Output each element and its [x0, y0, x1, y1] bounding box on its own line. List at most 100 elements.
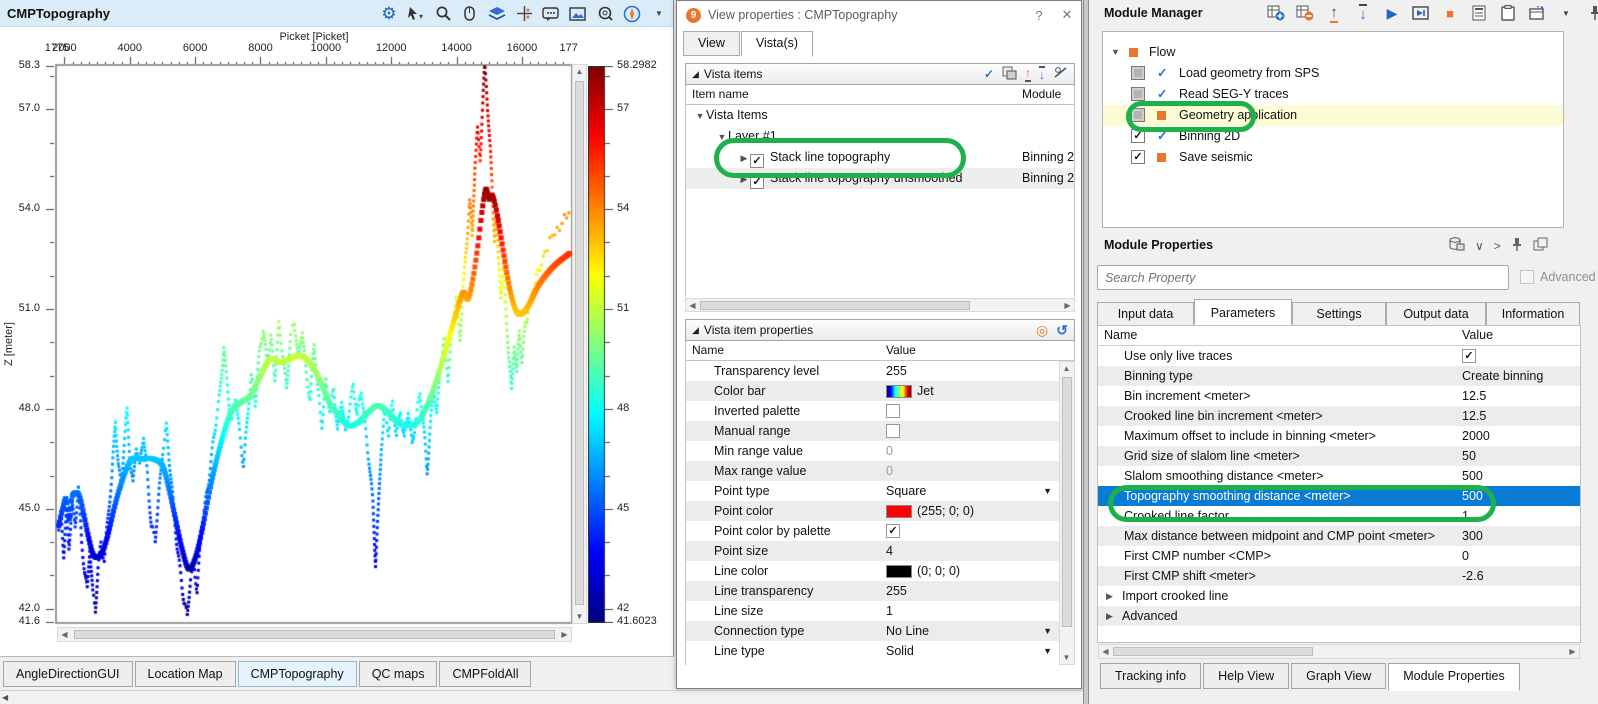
picker-crosshair-icon[interactable]	[514, 4, 534, 24]
scroll-thumb[interactable]	[700, 301, 970, 310]
parameter-row[interactable]: First CMP number <CMP>0	[1098, 546, 1580, 566]
parameters-tab-Output data[interactable]: Output data	[1386, 302, 1486, 327]
flow-row[interactable]: ✓✓Binning 2D	[1103, 126, 1563, 147]
expander-closed-icon[interactable]: ▶	[738, 148, 750, 169]
tree-row[interactable]: ▼Layer #1	[686, 126, 1074, 147]
expander-closed-icon[interactable]: ▶	[1106, 606, 1113, 626]
vista-items-header[interactable]: ◢ Vista items ✓ ↑ ↓	[685, 63, 1075, 85]
parameter-row[interactable]: Topography smoothing distance <meter>500	[1098, 486, 1580, 506]
panel-tab-Module Properties[interactable]: Module Properties	[1388, 663, 1519, 691]
magnify-region-icon[interactable]	[595, 4, 615, 24]
add-module-icon[interactable]	[1266, 3, 1286, 23]
scroll-down-icon[interactable]: ▼	[1060, 651, 1073, 664]
flow-row[interactable]: ▼Flow	[1103, 42, 1563, 63]
scroll-up-icon[interactable]: ▲	[573, 65, 586, 78]
search-property-input[interactable]	[1097, 265, 1509, 290]
palette-swatch[interactable]	[886, 385, 912, 398]
parameters-tab-Settings[interactable]: Settings	[1292, 302, 1386, 327]
module-enabled-checkbox[interactable]: ✓	[1131, 150, 1145, 164]
run-icon[interactable]: ▶	[1382, 3, 1402, 23]
property-row[interactable]: Inverted palette	[686, 401, 1074, 421]
dropdown-caret-icon[interactable]: ▼	[1043, 621, 1052, 641]
run-to-icon[interactable]	[1411, 3, 1431, 23]
color-swatch[interactable]	[886, 505, 912, 518]
props-vertical-scrollbar[interactable]: ▲ ▼	[1059, 361, 1075, 665]
scroll-left-icon[interactable]: ◀	[686, 299, 699, 312]
parameter-row[interactable]: Grid size of slalom line <meter>50	[1098, 446, 1580, 466]
parameters-tab-Input data[interactable]: Input data	[1097, 302, 1194, 327]
property-row[interactable]: Line size1	[686, 601, 1074, 621]
view-tab-Location Map[interactable]: Location Map	[135, 661, 236, 687]
report-icon[interactable]	[1469, 3, 1489, 23]
zoom-magnifier-icon[interactable]	[433, 4, 453, 24]
item-visibility-checkbox[interactable]: ✓	[750, 154, 764, 168]
property-row[interactable]: Point color(255; 0; 0)	[686, 501, 1074, 521]
move-up-icon[interactable]: ↑	[1025, 66, 1031, 82]
panel-tab-Help View[interactable]: Help View	[1203, 663, 1289, 689]
pointer-select-icon[interactable]: ▾	[406, 4, 426, 24]
flow-row[interactable]: ✓Save seismic	[1103, 147, 1563, 168]
property-checkbox[interactable]	[886, 404, 900, 418]
new-window-icon[interactable]	[1527, 3, 1547, 23]
settings-gear-icon[interactable]: ⚙	[379, 4, 399, 24]
expander-closed-icon[interactable]: ▶	[1106, 586, 1113, 606]
property-row[interactable]: Transparency level255	[686, 361, 1074, 381]
reset-undo-icon[interactable]: ↺	[1056, 322, 1068, 339]
panel-tab-Tracking info[interactable]: Tracking info	[1100, 663, 1201, 689]
view-tab-QC maps[interactable]: QC maps	[359, 661, 438, 687]
view-tab-CMPTopography[interactable]: CMPTopography	[238, 661, 357, 687]
compass-icon[interactable]	[622, 4, 642, 24]
dropdown-icon[interactable]: ▼	[1556, 3, 1576, 23]
vista-horizontal-scrollbar[interactable]: ◀ ▶	[685, 298, 1075, 312]
dialog-tab-View[interactable]: View	[683, 31, 740, 56]
collapse-icon[interactable]: ∨	[1475, 239, 1484, 253]
dropdown-caret-icon[interactable]: ▼	[1043, 641, 1052, 661]
db-lock-icon[interactable]	[1448, 236, 1465, 255]
module-enabled-checkbox[interactable]	[1131, 108, 1145, 122]
scroll-thumb[interactable]	[74, 630, 555, 639]
flow-row[interactable]: Geometry application	[1103, 105, 1563, 126]
expander-open-icon[interactable]: ▼	[1111, 42, 1120, 63]
tree-row[interactable]: ▼Vista Items	[686, 105, 1074, 126]
parameter-row[interactable]: Crooked line bin increment <meter>12.5	[1098, 406, 1580, 426]
clipboard-icon[interactable]	[1498, 3, 1518, 23]
app-horizontal-scrollbar[interactable]: ◀ ▶	[0, 690, 1100, 704]
scroll-thumb[interactable]	[1113, 647, 1313, 656]
remove-module-icon[interactable]	[1295, 3, 1315, 23]
scroll-thumb[interactable]	[575, 81, 584, 605]
dialog-tab-Vista(s)[interactable]: Vista(s)	[741, 31, 813, 57]
layers-icon[interactable]	[487, 4, 507, 24]
module-enabled-checkbox[interactable]	[1131, 87, 1145, 101]
parameters-tab-Parameters[interactable]: Parameters	[1194, 299, 1292, 325]
scroll-left-icon[interactable]: ◀	[2, 691, 8, 704]
parameters-horizontal-scrollbar[interactable]: ◀ ▶	[1098, 644, 1580, 659]
property-row[interactable]: Max range value0	[686, 461, 1074, 481]
tree-row[interactable]: ▶✓Stack line topographyBinning 2D	[686, 147, 1074, 168]
property-checkbox[interactable]: ✓	[886, 524, 900, 538]
pin-icon[interactable]	[1511, 237, 1523, 255]
plot-horizontal-scrollbar[interactable]: ◀ ▶	[57, 627, 572, 642]
parameter-row[interactable]: Crooked line factor1	[1098, 506, 1580, 526]
parameter-row[interactable]: Use only live traces✓	[1098, 346, 1580, 366]
hide-item-icon[interactable]	[1053, 66, 1068, 82]
tree-row[interactable]: ▶✓Stack line topography unsmoothedBinnin…	[686, 168, 1074, 189]
topography-plot[interactable]	[43, 53, 573, 625]
property-row[interactable]: Point size4	[686, 541, 1074, 561]
expander-open-icon[interactable]: ▼	[694, 106, 706, 127]
dialog-titlebar[interactable]: 9 View properties : CMPTopography ? ✕	[677, 1, 1081, 29]
parameter-row[interactable]: Max distance between midpoint and CMP po…	[1098, 526, 1580, 546]
plot-vertical-scrollbar[interactable]: ▲ ▼	[572, 64, 587, 624]
mouse-mode-icon[interactable]	[460, 4, 480, 24]
property-row[interactable]: Line transparency255	[686, 581, 1074, 601]
vista-props-header[interactable]: ◢ Vista item properties ◎ ↺	[685, 319, 1075, 341]
view-tab-CMPFoldAll[interactable]: CMPFoldAll	[439, 661, 531, 687]
property-row[interactable]: Color barJet	[686, 381, 1074, 401]
property-checkbox[interactable]	[886, 424, 900, 438]
pin-icon[interactable]	[1585, 3, 1598, 23]
parameter-row[interactable]: Slalom smoothing distance <meter>500	[1098, 466, 1580, 486]
scroll-up-icon[interactable]: ▲	[1060, 362, 1073, 375]
flow-row[interactable]: ✓Read SEG-Y traces	[1103, 84, 1563, 105]
help-button[interactable]: ?	[1025, 8, 1053, 23]
panel-tab-Graph View[interactable]: Graph View	[1291, 663, 1386, 689]
scroll-left-icon[interactable]: ◀	[1099, 645, 1112, 658]
